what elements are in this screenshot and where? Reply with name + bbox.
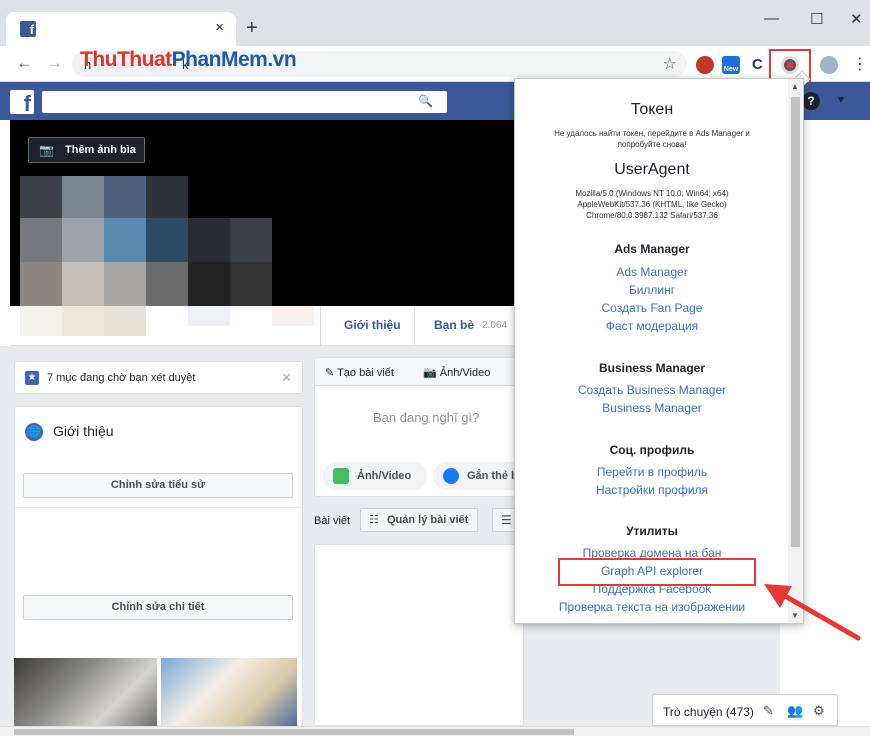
facebook-favicon-icon: f — [20, 21, 36, 37]
token-title: Токен — [630, 101, 674, 118]
tab-friends[interactable]: Bạn bè — [434, 318, 474, 332]
watermark-logo: ThuThuatPhanMem.vn — [80, 48, 297, 71]
link-profile-settings[interactable]: Настройки профиля — [515, 483, 789, 497]
link-ads-manager[interactable]: Ads Manager — [515, 265, 789, 279]
review-notice-text: 7 mục đang chờ bạn xét duyệt — [47, 372, 196, 384]
graph-api-highlight-box — [558, 558, 756, 586]
search-icon[interactable]: 🔍 — [418, 94, 433, 108]
feed-card — [314, 544, 524, 726]
useragent-title: UserAgent — [614, 161, 690, 178]
link-go-to-profile[interactable]: Перейти в профиль — [515, 465, 789, 479]
horizontal-scrollbar[interactable] — [0, 726, 870, 736]
useragent-line-2: AppleWebKit/537.36 (KHTML, like Gecko) — [577, 200, 727, 209]
scroll-up-icon[interactable]: ▲ — [791, 82, 799, 91]
tag-friends-button[interactable]: Gắn thẻ b — [433, 462, 525, 490]
popup-scroll-thumb[interactable] — [791, 97, 800, 547]
close-icon[interactable]: ✕ — [281, 370, 292, 386]
horizontal-scroll-thumb[interactable] — [14, 729, 574, 735]
composer-tabs: ✎ Tạo bài viết 📷 Ảnh/Video — [315, 358, 523, 386]
browser-tab-facebook[interactable]: f × — [6, 12, 236, 46]
extension-new-label: New — [723, 66, 739, 73]
link-image-text-check[interactable]: Проверка текста на изображении — [515, 600, 789, 614]
token-message: Не удалось найти токен, перейдите в Ads … — [554, 129, 750, 149]
back-button[interactable]: ← — [16, 53, 33, 73]
help-icon[interactable]: ? — [802, 92, 820, 110]
useragent-line-3: Chrome/80.0.3987.132 Safari/537.36 — [586, 211, 718, 220]
bookmark-star-icon[interactable]: ☆ — [663, 54, 677, 74]
popup-scrollbar[interactable]: ▲ ▼ — [788, 79, 803, 623]
browser-menu-icon[interactable]: ⋮ — [852, 56, 870, 74]
posts-label: Bài viết — [314, 515, 351, 527]
extension-c-icon[interactable]: C — [752, 56, 770, 74]
tab-photo-video[interactable]: 📷 Ảnh/Video — [423, 366, 490, 379]
intro-title: Giới thiệu — [53, 423, 114, 439]
social-profile-section-title: Соц. профиль — [609, 443, 695, 457]
photo-icon — [333, 468, 349, 484]
extension-new-icon[interactable]: New — [722, 56, 740, 74]
red-arrow-icon — [764, 584, 861, 641]
gear-icon[interactable]: ⚙ — [813, 703, 825, 719]
ads-manager-section-title: Ads Manager — [614, 242, 690, 256]
new-tab-button[interactable]: + — [246, 17, 258, 40]
profile-avatar-icon[interactable] — [820, 56, 838, 74]
edit-details-button[interactable]: Chỉnh sửa chi tiết — [23, 595, 293, 620]
forward-button[interactable]: → — [46, 53, 63, 73]
link-billing[interactable]: Биллинг — [515, 283, 789, 297]
photo-cat-1[interactable] — [14, 658, 157, 726]
add-cover-photo-button[interactable]: 📷 Thêm ảnh bìa — [28, 137, 145, 163]
star-icon: ★ — [25, 371, 39, 385]
facebook-logo-icon[interactable]: f — [10, 90, 34, 116]
extension-popup: Токен Не удалось найти токен, перейдите … — [514, 78, 804, 624]
globe-icon: 🌐 — [25, 423, 43, 441]
add-cover-photo-label: Thêm ảnh bìa — [65, 144, 136, 156]
chat-label: Trò chuyện (473) — [663, 705, 754, 719]
facebook-search-input[interactable]: 🔍 — [42, 91, 447, 113]
photo-grid — [14, 658, 297, 726]
friends-count: 2.064 — [482, 320, 508, 331]
utilities-section-title: Утилиты — [626, 524, 678, 538]
account-menu-caret-icon[interactable]: ▼ — [836, 95, 846, 106]
chat-bar[interactable]: Trò chuyện (473) ✎ 👥 ⚙ — [652, 694, 838, 726]
close-window-button[interactable]: ✕ — [850, 10, 863, 28]
extension-red-icon[interactable] — [696, 56, 714, 74]
photo-video-button[interactable]: Ảnh/Video — [323, 462, 427, 490]
contacts-icon[interactable]: 👥 — [787, 703, 803, 719]
maximize-button[interactable]: ☐ — [810, 10, 823, 28]
link-fast-moderation[interactable]: Фаст модерация — [515, 319, 789, 333]
minimize-button[interactable]: — — [764, 10, 779, 27]
manage-posts-icon: ☷ — [369, 514, 379, 526]
tab-strip: f × + — ☐ ✕ — [0, 0, 870, 46]
posts-toolbar: Bài viết ☷ Quản lý bài viết ☰ — [314, 508, 524, 534]
business-manager-section-title: Business Manager — [598, 361, 706, 375]
photo-cat-2[interactable] — [161, 658, 297, 726]
composer-placeholder[interactable]: Bạn đang nghĩ gì? — [373, 410, 479, 425]
camera-icon: 📷 — [39, 143, 54, 157]
link-create-fan-page[interactable]: Создать Fan Page — [515, 301, 789, 315]
tab-create-post[interactable]: ✎ Tạo bài viết — [325, 366, 394, 379]
tag-friends-icon — [443, 468, 459, 484]
review-notice[interactable]: ★ 7 mục đang chờ bạn xét duyệt ✕ — [14, 361, 303, 394]
manage-posts-button[interactable]: ☷ Quản lý bài viết — [360, 508, 478, 532]
compose-icon[interactable]: ✎ — [763, 703, 774, 719]
link-create-business-manager[interactable]: Создать Business Manager — [515, 383, 789, 397]
link-business-manager[interactable]: Business Manager — [515, 401, 789, 415]
tab-close-icon[interactable]: × — [215, 19, 224, 36]
tab-about[interactable]: Giới thiệu — [344, 318, 401, 332]
post-composer: ✎ Tạo bài viết 📷 Ảnh/Video Bạn đang nghĩ… — [314, 357, 525, 497]
edit-bio-button[interactable]: Chỉnh sửa tiểu sử — [23, 473, 293, 498]
useragent-line-1: Mozilla/5.0 (Windows NT 10.0; Win64; x64… — [575, 189, 729, 198]
